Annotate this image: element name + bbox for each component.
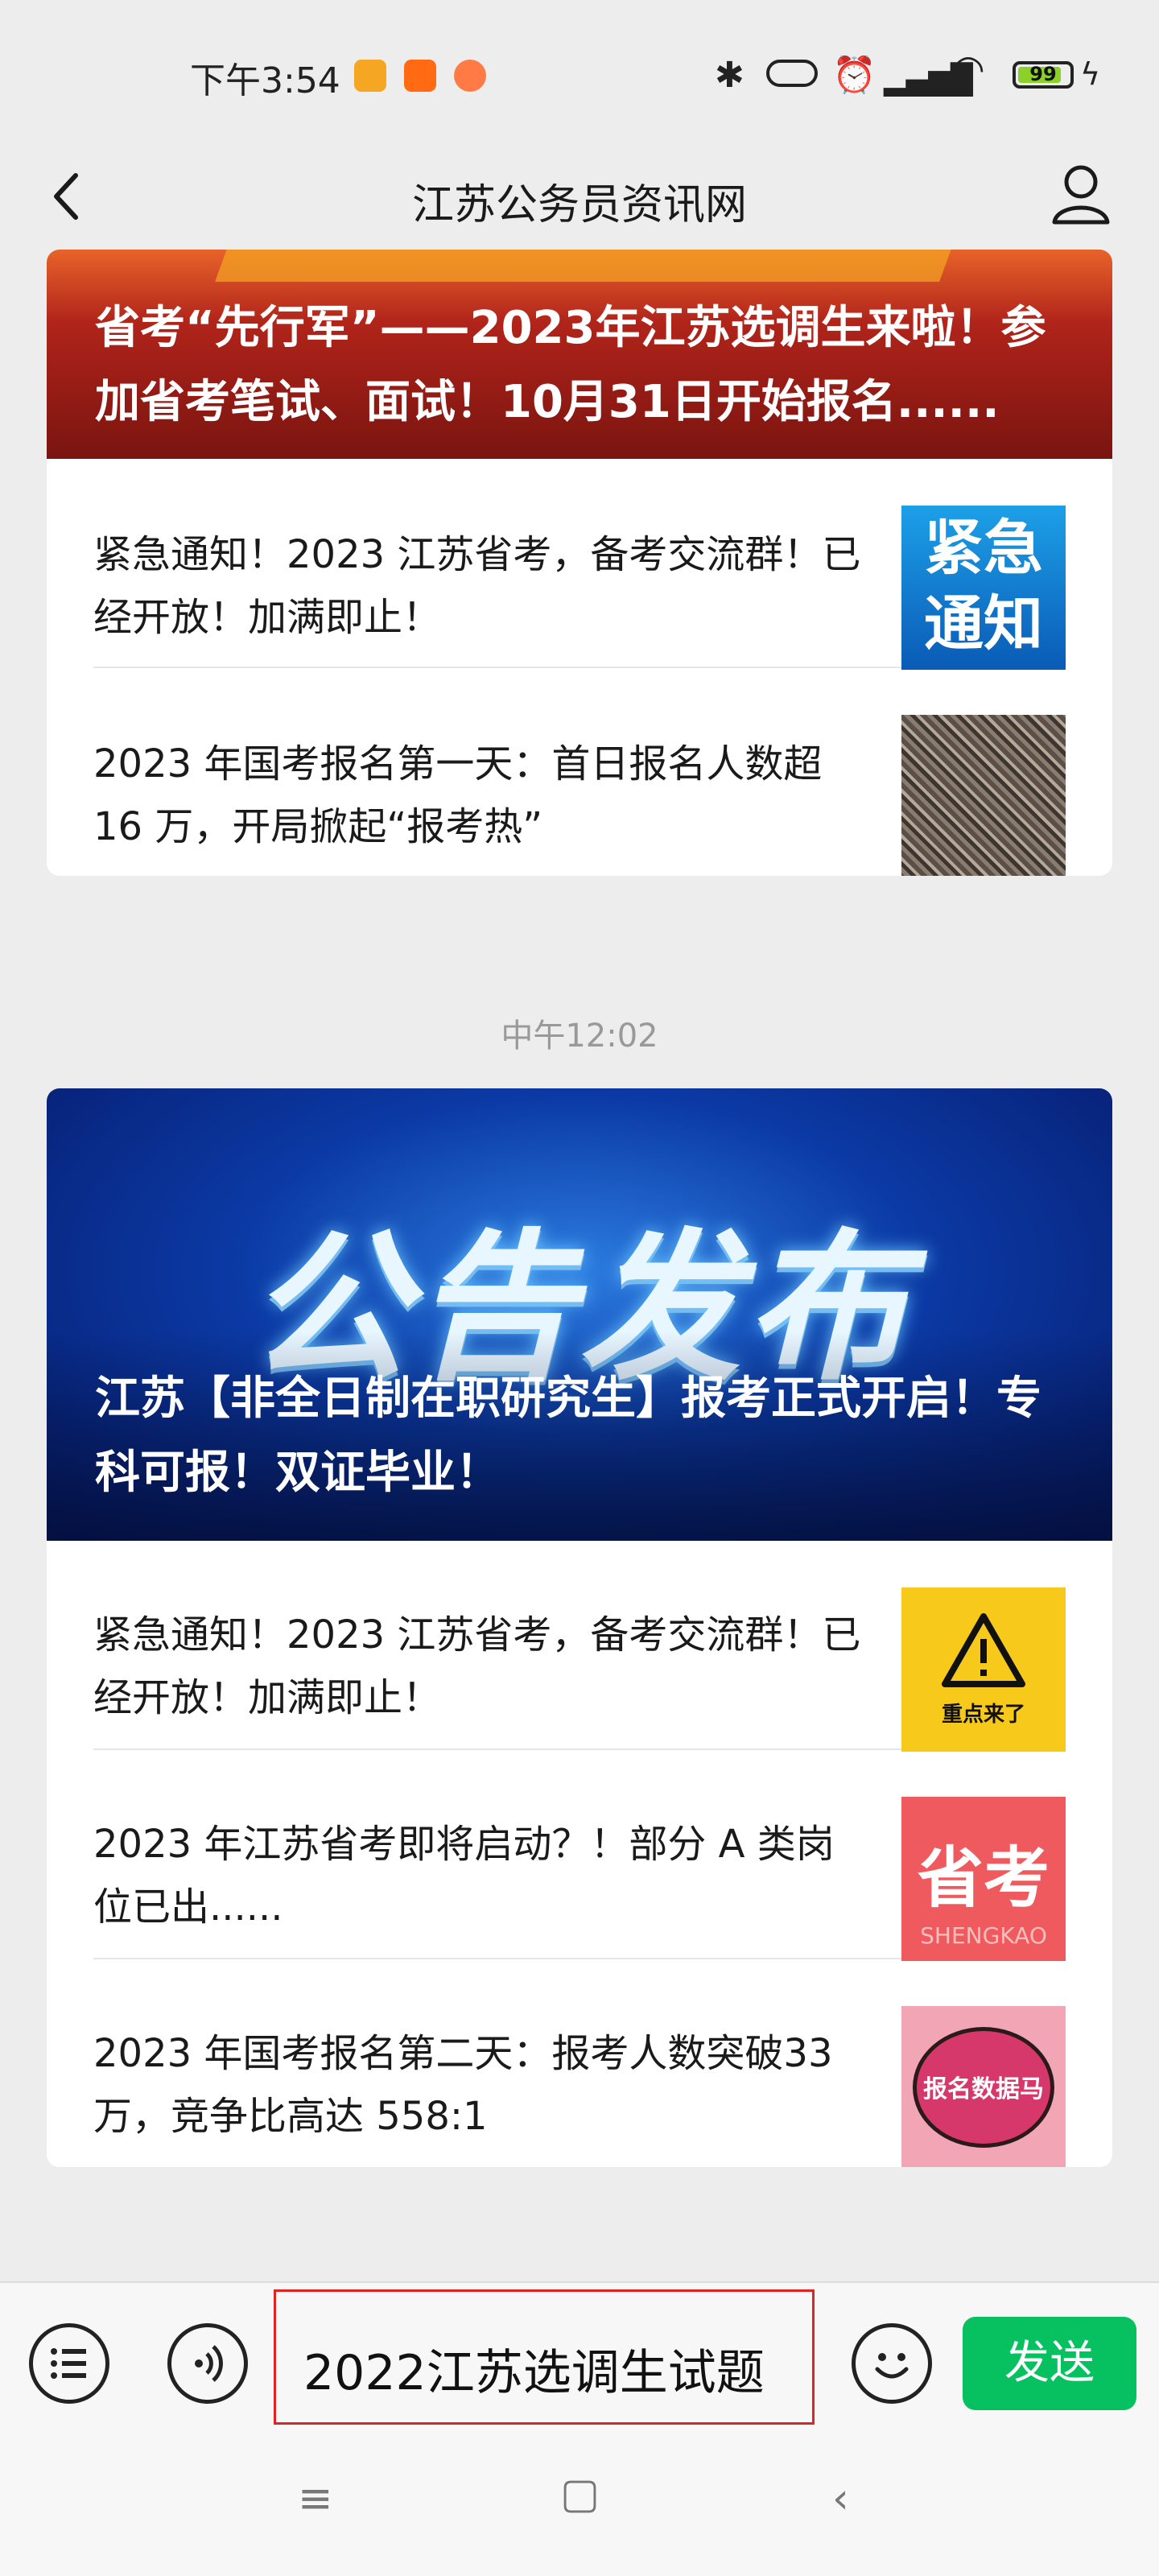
message-input[interactable]: 2022江苏选调生试题	[274, 2289, 815, 2425]
message-timestamp: 中午12:02	[501, 1018, 658, 1055]
article-thumbnail: 紧急通知	[901, 506, 1066, 670]
article-banner[interactable]: 公告发布 江苏【非全日制在职研究生】报考正式开启！专科可报！双证毕业！	[47, 1088, 1112, 1541]
page-title: 江苏公务员资讯网	[411, 181, 747, 229]
article-card: 公告发布 江苏【非全日制在职研究生】报考正式开启！专科可报！双证毕业！ 紧急通知…	[47, 1088, 1112, 2167]
emoji-icon	[875, 2353, 909, 2379]
chat-header: 江苏公务员资讯网	[0, 145, 1159, 250]
article-item[interactable]: 紧急通知！2023 江苏省考，备考交流群！已经开放！加满即止！ 重点来了	[93, 1541, 1066, 1752]
menu-list-button[interactable]	[29, 2323, 109, 2404]
article-card: 省考“先行军”——2023年江苏选调生来啦！参加省考笔试、面试！10月31日开始…	[47, 250, 1112, 876]
banner-title: 省考“先行军”——2023年江苏选调生来啦！参加省考笔试、面试！10月31日开始…	[95, 302, 1046, 428]
article-thumbnail-crowd-photo	[901, 715, 1066, 876]
article-item[interactable]: 2023 年江苏省考即将启动？！部分 A 类岗位已出...... 省考 SHEN…	[93, 1750, 1066, 1961]
charging-icon: ϟ	[1080, 56, 1101, 92]
article-banner[interactable]: 省考“先行军”——2023年江苏选调生来啦！参加省考笔试、面试！10月31日开始…	[47, 250, 1112, 459]
battery-level: 99	[1029, 63, 1057, 85]
alarm-icon: ⏰	[832, 55, 876, 96]
status-time: 下午3:54	[190, 60, 340, 101]
thumbnail-text: 省考	[917, 1840, 1050, 1917]
article-item-title: 2023 年国考报名第一天：首日报名人数超 16 万，开局掀起“报考热”	[93, 741, 823, 849]
profile-icon[interactable]	[1045, 155, 1117, 235]
article-item-title: 2023 年国考报名第二天：报考人数突破33 万，竞争比高达 558:1	[93, 2031, 833, 2139]
thumbnail-text: 报名数据马上看	[913, 2027, 1054, 2148]
thumbnail-text: 重点来了	[941, 1703, 1025, 1727]
thumbnail-text: 紧急通知	[924, 514, 1043, 658]
nfc-icon	[766, 60, 818, 87]
recents-menu-icon[interactable]: ≡	[298, 2475, 333, 2523]
warning-icon	[942, 1613, 1025, 1687]
input-bar: 2022江苏选调生试题 发送	[0, 2281, 1159, 2444]
battery-icon: 99	[1013, 61, 1074, 89]
banner-title: 江苏【非全日制在职研究生】报考正式开启！专科可报！双证毕业！	[95, 1373, 1041, 1499]
home-square-icon[interactable]: ▢	[560, 2470, 600, 2518]
system-back-icon[interactable]: ‹	[832, 2475, 849, 2523]
wifi-icon: ◠	[951, 47, 985, 92]
list-icon	[51, 2348, 86, 2379]
article-item[interactable]: 紧急通知！2023 江苏省考，备考交流群！已经开放！加满即止！ 紧急通知	[93, 459, 1066, 670]
taobao-app-icon	[404, 60, 436, 92]
emoji-button[interactable]	[852, 2323, 932, 2404]
article-item[interactable]: 2023 年国考报名第二天：报考人数突破33 万，竞争比高达 558:1 报名数…	[93, 1959, 1066, 2167]
article-thumbnail: 报名数据马上看	[901, 2006, 1066, 2167]
article-item-title: 紧急通知！2023 江苏省考，备考交流群！已经开放！加满即止！	[93, 532, 861, 640]
voice-icon	[195, 2345, 223, 2382]
bluetooth-icon: ✱	[715, 55, 744, 96]
cat-app-icon	[454, 60, 486, 92]
article-item-title: 紧急通知！2023 江苏省考，备考交流群！已经开放！加满即止！	[93, 1612, 861, 1720]
system-navigation-bar: ≡ ▢ ‹	[0, 2442, 1159, 2576]
thumbnail-subtext: SHENGKAO	[920, 1922, 1047, 1949]
article-thumbnail: 重点来了	[901, 1587, 1066, 1752]
status-bar: 下午3:54 ✱ ⏰ ▂▄▆█ ◠ 99 ϟ	[0, 0, 1159, 145]
notes-app-icon	[354, 60, 386, 92]
message-input-value: 2022江苏选调生试题	[303, 2345, 765, 2401]
send-button[interactable]: 发送	[963, 2317, 1136, 2410]
article-thumbnail: 省考 SHENGKAO	[901, 1797, 1066, 1961]
voice-input-button[interactable]	[167, 2323, 248, 2404]
article-item-title: 2023 年江苏省考即将启动？！部分 A 类岗位已出......	[93, 1822, 835, 1930]
article-item[interactable]: 2023 年国考报名第一天：首日报名人数超 16 万，开局掀起“报考热”	[93, 668, 1066, 876]
